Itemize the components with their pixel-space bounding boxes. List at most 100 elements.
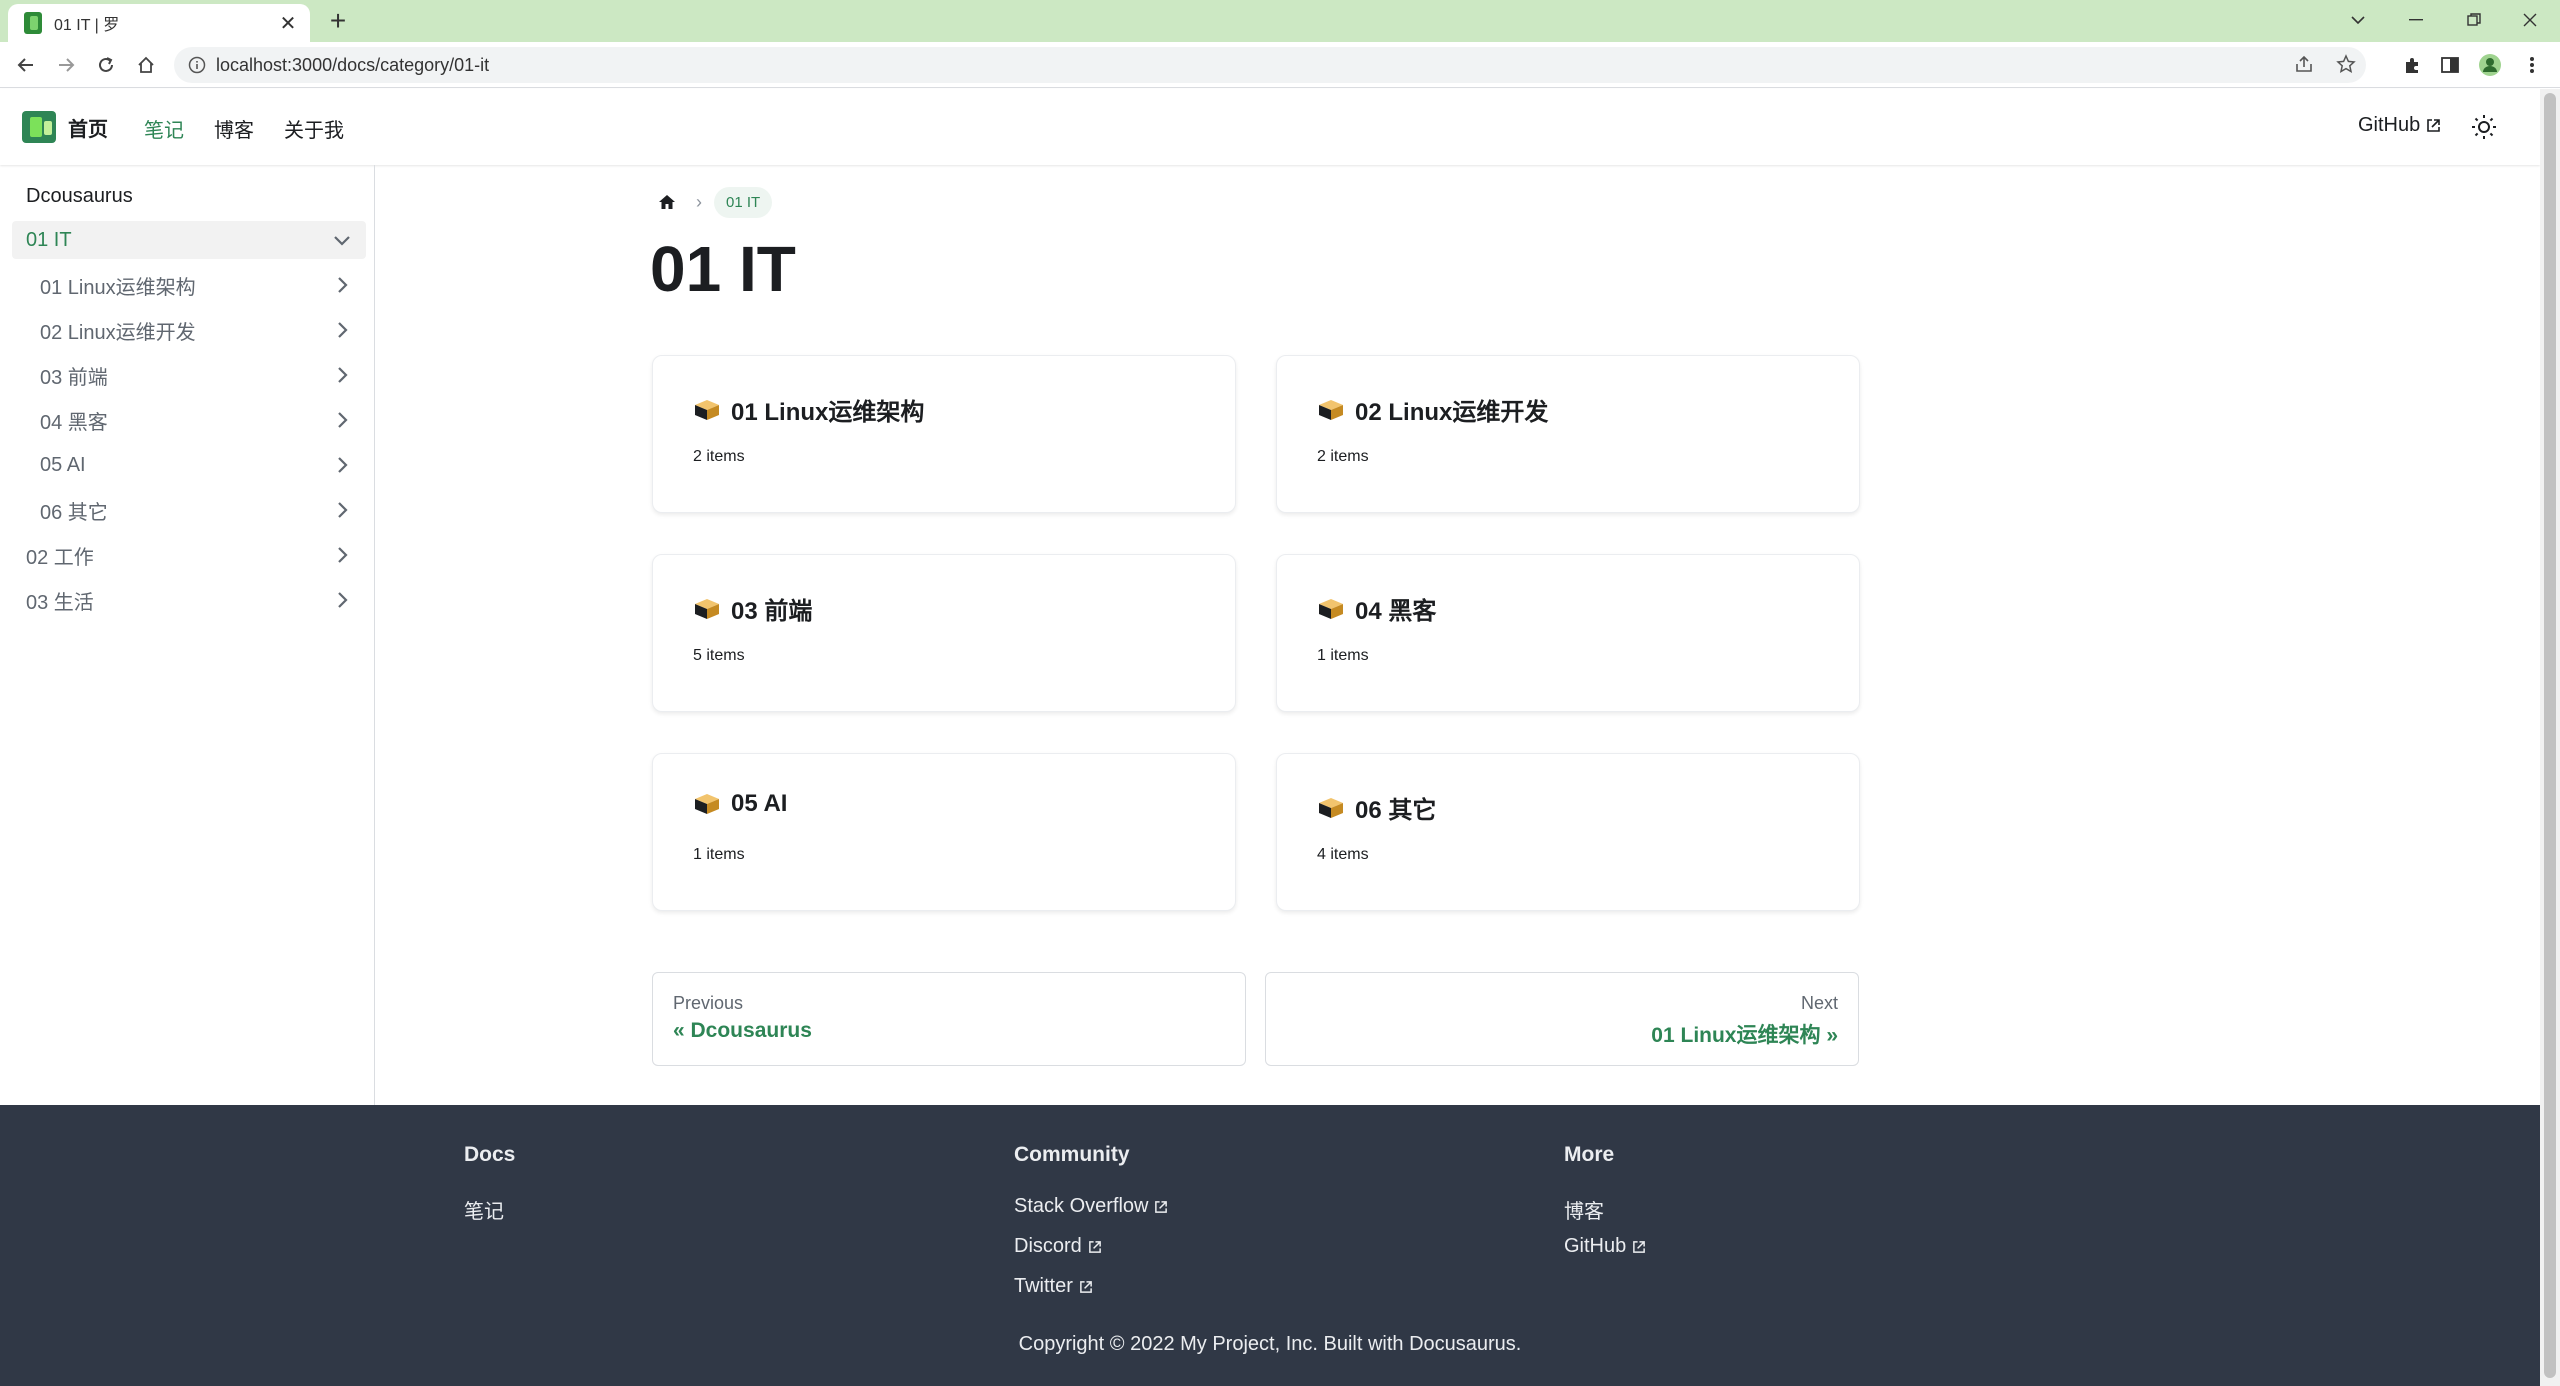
card-item-count: 1 items — [693, 846, 745, 863]
chevron-down-icon[interactable] — [332, 230, 352, 250]
back-icon[interactable] — [12, 51, 40, 79]
nav-brand-link[interactable]: 首页 — [68, 113, 108, 142]
sidebar-item-ai[interactable]: 05 AI — [12, 446, 366, 484]
chevron-right-icon[interactable] — [332, 365, 352, 385]
page-scrollbar[interactable] — [2540, 89, 2560, 1386]
address-bar[interactable]: localhost:3000/docs/category/01-it — [174, 47, 2366, 83]
sidebar-item-other[interactable]: 06 其它 — [12, 491, 366, 529]
nav-github-label: GitHub — [2358, 114, 2421, 136]
browser-menu-icon[interactable] — [2518, 51, 2546, 79]
category-card[interactable]: 04 黑客 1 items — [1276, 554, 1860, 712]
card-item-count: 5 items — [693, 647, 745, 664]
chevron-right-icon[interactable] — [332, 500, 352, 520]
sidebar-item-dcousaurus[interactable]: Dcousaurus — [12, 177, 366, 215]
scroll-thumb[interactable] — [2544, 93, 2556, 1378]
close-icon[interactable]: ✕ — [276, 11, 300, 36]
box-icon — [695, 399, 719, 420]
home-button-icon[interactable] — [132, 51, 160, 79]
bookmark-star-icon[interactable] — [2336, 54, 2356, 74]
footer-col-title-more: More — [1564, 1143, 1615, 1166]
nav-link-about[interactable]: 关于我 — [284, 114, 344, 143]
footer-col-title-docs: Docs — [464, 1143, 516, 1166]
site-navbar: 首页 笔记 博客 关于我 GitHub — [0, 89, 2540, 165]
card-title: 06 其它 — [1317, 790, 1436, 825]
external-link-icon — [1088, 1240, 1101, 1253]
footer-link-label: Twitter — [1014, 1275, 1073, 1297]
card-item-count: 2 items — [1317, 448, 1369, 465]
info-icon — [188, 56, 206, 74]
sidebar-item-linux-dev[interactable]: 02 Linux运维开发 — [12, 311, 366, 349]
category-card[interactable]: 06 其它 4 items — [1276, 753, 1860, 911]
side-panel-icon[interactable] — [2436, 51, 2464, 79]
profile-avatar-icon[interactable] — [2476, 51, 2504, 79]
tab-title: 01 IT | 罗 — [54, 17, 120, 34]
site-logo-icon[interactable] — [22, 111, 56, 143]
pagination-prev-sub: Previous — [673, 993, 744, 1013]
docs-sidebar: Dcousaurus 01 IT 01 Linux运维架构 02 Linux运维… — [0, 165, 375, 1105]
pagination-prev[interactable]: Previous « Dcousaurus — [652, 972, 1246, 1066]
external-link-icon — [2427, 119, 2441, 132]
share-icon[interactable] — [2294, 54, 2314, 74]
page-title: 01 IT — [650, 233, 796, 305]
chevron-right-icon[interactable] — [332, 320, 352, 340]
card-title: 04 黑客 — [1317, 591, 1436, 626]
footer-link-notes[interactable]: 笔记 — [464, 1195, 504, 1224]
forward-icon[interactable] — [52, 51, 80, 79]
nav-github-link[interactable]: GitHub — [2358, 114, 2441, 137]
footer-link-discord[interactable]: Discord — [1014, 1235, 1102, 1258]
url-text: localhost:3000/docs/category/01-it — [216, 54, 490, 75]
theme-toggle-sun-icon[interactable] — [2468, 111, 2500, 143]
restore-icon[interactable] — [2446, 0, 2502, 40]
reload-icon[interactable] — [92, 51, 120, 79]
footer-copyright: Copyright © 2022 My Project, Inc. Built … — [1018, 1333, 1522, 1355]
sidebar-item-label: 02 Linux运维开发 — [40, 321, 196, 344]
chevron-right-icon[interactable] — [332, 455, 352, 475]
card-title: 05 AI — [693, 790, 787, 818]
sidebar-item-work[interactable]: 02 工作 — [12, 536, 366, 574]
category-card[interactable]: 03 前端 5 items — [652, 554, 1236, 712]
footer-link-twitter[interactable]: Twitter — [1014, 1275, 1093, 1298]
sidebar-item-frontend[interactable]: 03 前端 — [12, 356, 366, 394]
pagination-next[interactable]: Next 01 Linux运维架构 » — [1265, 972, 1859, 1066]
chevron-right-icon[interactable] — [332, 275, 352, 295]
category-card[interactable]: 02 Linux运维开发 2 items — [1276, 355, 1860, 513]
browser-tab[interactable]: 01 IT | 罗 ✕ — [8, 4, 310, 42]
new-tab-button[interactable]: + — [322, 6, 354, 36]
sidebar-item-label: 03 生活 — [26, 591, 94, 614]
chevron-right-icon[interactable] — [332, 590, 352, 610]
breadcrumb: › 01 IT — [650, 185, 773, 219]
home-icon[interactable] — [650, 185, 684, 219]
pagination-prev-label: « Dcousaurus — [673, 1019, 812, 1042]
box-icon — [695, 598, 719, 619]
chevron-right-icon[interactable] — [332, 545, 352, 565]
sidebar-item-life[interactable]: 03 生活 — [12, 581, 366, 619]
chevron-right-icon[interactable] — [332, 410, 352, 430]
box-icon — [695, 794, 719, 814]
window-close-icon[interactable] — [2502, 0, 2558, 40]
category-card[interactable]: 05 AI 1 items — [652, 753, 1236, 911]
tab-search-icon[interactable] — [2330, 0, 2386, 40]
sidebar-item-label: 06 其它 — [40, 501, 108, 524]
card-item-count: 1 items — [1317, 647, 1369, 664]
extensions-icon[interactable] — [2398, 51, 2426, 79]
sidebar-item-01-it[interactable]: 01 IT — [12, 221, 366, 259]
card-title-text: 01 Linux运维架构 — [731, 399, 925, 426]
card-title: 03 前端 — [693, 591, 812, 626]
footer-link-github[interactable]: GitHub — [1564, 1235, 1646, 1258]
pagination-next-sub: Next — [1800, 993, 1838, 1013]
sidebar-item-hacker[interactable]: 04 黑客 — [12, 401, 366, 439]
footer-link-blog[interactable]: 博客 — [1564, 1195, 1604, 1224]
footer-col-title-community: Community — [1014, 1143, 1130, 1166]
nav-link-blog[interactable]: 博客 — [214, 114, 254, 143]
sidebar-item-label: 04 黑客 — [40, 411, 108, 434]
sidebar-item-label: 02 工作 — [26, 546, 94, 569]
browser-tabbar: 01 IT | 罗 ✕ + — [0, 0, 2560, 42]
minimize-icon[interactable] — [2388, 0, 2444, 40]
footer-link-stackoverflow[interactable]: Stack Overflow — [1014, 1195, 1168, 1218]
browser-toolbar: localhost:3000/docs/category/01-it — [0, 42, 2560, 88]
category-card[interactable]: 01 Linux运维架构 2 items — [652, 355, 1236, 513]
breadcrumb-separator-icon: › — [696, 191, 702, 212]
nav-link-notes[interactable]: 笔记 — [144, 114, 184, 143]
box-icon — [1319, 399, 1343, 420]
sidebar-item-linux-arch[interactable]: 01 Linux运维架构 — [12, 266, 366, 304]
